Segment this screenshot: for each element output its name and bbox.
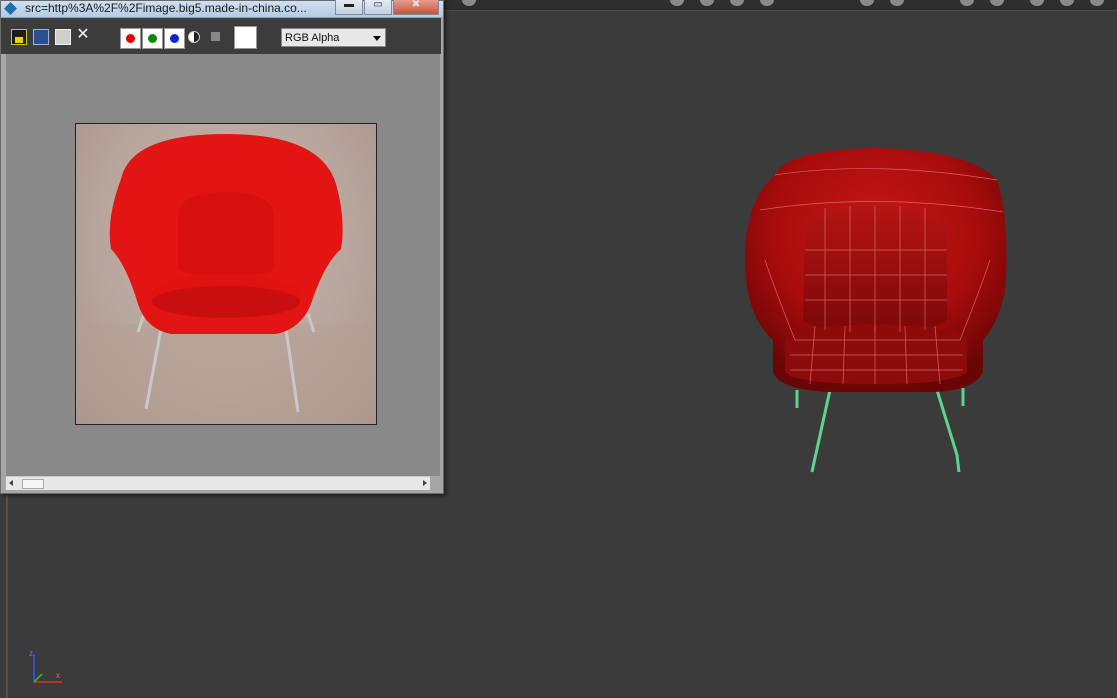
axis-z-label: z <box>29 649 33 658</box>
copy-icon[interactable] <box>33 29 49 45</box>
channel-select-value: RGB Alpha <box>285 32 340 44</box>
monochrome-icon[interactable] <box>188 31 200 43</box>
red-channel-button[interactable] <box>120 28 141 49</box>
frame-toolbar: ✕ RGB Alpha <box>1 18 441 54</box>
chevron-down-icon <box>373 36 381 41</box>
axis-gizmo: z x <box>29 649 62 683</box>
scroll-thumb[interactable] <box>22 479 44 489</box>
chair-3d-model[interactable] <box>735 140 1020 480</box>
green-channel-button[interactable] <box>142 28 163 49</box>
frame-canvas <box>6 54 440 476</box>
viewport-edge <box>6 495 8 698</box>
rendered-frame-window[interactable]: src=http%3A%2F%2Fimage.big5.made-in-chin… <box>0 0 444 494</box>
alpha-icon[interactable] <box>211 32 220 41</box>
save-icon[interactable] <box>11 29 27 45</box>
axis-x-label: x <box>56 671 60 680</box>
reference-chair-photo <box>75 123 377 425</box>
scroll-left-icon[interactable] <box>9 480 13 486</box>
red-channel-icon <box>126 34 135 43</box>
channel-select[interactable]: RGB Alpha <box>281 28 386 47</box>
app-icon <box>4 2 17 15</box>
green-channel-icon <box>148 34 157 43</box>
minimize-button[interactable]: ▬ <box>335 0 363 15</box>
color-swatch[interactable] <box>234 26 257 49</box>
window-titlebar[interactable]: src=http%3A%2F%2Fimage.big5.made-in-chin… <box>1 0 443 18</box>
print-icon[interactable] <box>55 29 71 45</box>
blue-channel-icon <box>170 34 179 43</box>
chair-legs <box>795 388 965 473</box>
window-title: src=http%3A%2F%2Fimage.big5.made-in-chin… <box>25 1 307 15</box>
close-button[interactable]: ✕ <box>393 0 439 15</box>
chair-photo-image <box>76 134 376 424</box>
scroll-right-icon[interactable] <box>423 480 427 486</box>
horizontal-scrollbar[interactable] <box>6 476 430 490</box>
clear-icon[interactable]: ✕ <box>76 27 90 43</box>
restore-button[interactable]: ▭ <box>364 0 392 15</box>
blue-channel-button[interactable] <box>164 28 185 49</box>
